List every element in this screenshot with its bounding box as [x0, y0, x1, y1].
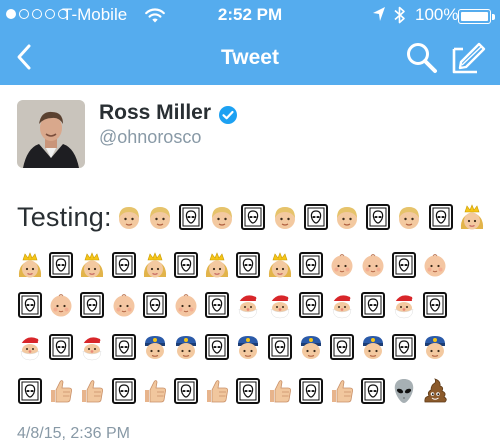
- alien-box-emoji: [422, 291, 448, 319]
- alien-box-emoji: [329, 333, 355, 361]
- alien-box-emoji: [235, 251, 261, 279]
- police-emoji: [173, 333, 199, 361]
- alien-box-emoji: [142, 291, 168, 319]
- user-handle[interactable]: @ohnorosco: [99, 127, 201, 148]
- baby-emoji: [329, 251, 355, 279]
- tweet-line-1: Testing:: [17, 200, 490, 234]
- user-name[interactable]: Ross Miller: [99, 101, 211, 125]
- tweet-line-5: [17, 374, 454, 408]
- baby-emoji: [422, 251, 448, 279]
- thumbs-up-emoji: [204, 377, 230, 405]
- boy-emoji: [272, 203, 298, 231]
- boy-emoji: [334, 203, 360, 231]
- alien-box-emoji: [17, 291, 43, 319]
- battery-tip: [492, 14, 495, 20]
- alien-box-emoji: [173, 377, 199, 405]
- alien-box-emoji: [79, 291, 105, 319]
- alien-box-emoji: [391, 251, 417, 279]
- tweet-line-3: [17, 288, 454, 322]
- alien-box-emoji: [235, 377, 261, 405]
- santa-emoji: [391, 291, 417, 319]
- alien-box-emoji: [267, 333, 293, 361]
- thumbs-up-emoji: [142, 377, 168, 405]
- boy-emoji: [116, 203, 142, 231]
- alien-box-emoji: [48, 333, 74, 361]
- baby-emoji: [48, 291, 74, 319]
- alien-box-emoji: [298, 291, 324, 319]
- princess-emoji: [204, 251, 230, 279]
- tweet-text: Testing:: [17, 201, 112, 232]
- battery-icon: [458, 9, 491, 24]
- princess-emoji: [17, 251, 43, 279]
- thumbs-up-emoji: [48, 377, 74, 405]
- boy-emoji: [396, 203, 422, 231]
- santa-emoji: [79, 333, 105, 361]
- tweet-timestamp: 4/8/15, 2:36 PM: [17, 425, 130, 442]
- alien-box-emoji: [48, 251, 74, 279]
- alien-box-emoji: [360, 291, 386, 319]
- alien-box-emoji: [17, 377, 43, 405]
- alien-emoji: [391, 377, 417, 405]
- alien-box-emoji: [111, 377, 137, 405]
- thumbs-up-emoji: [329, 377, 355, 405]
- princess-emoji: [459, 203, 485, 231]
- alien-box-emoji: [360, 377, 386, 405]
- alien-box-emoji: [428, 203, 454, 231]
- thumbs-up-emoji: [267, 377, 293, 405]
- santa-emoji: [329, 291, 355, 319]
- alien-box-emoji: [111, 333, 137, 361]
- poo-emoji: [422, 377, 448, 405]
- boy-emoji: [147, 203, 173, 231]
- compose-icon[interactable]: [451, 41, 487, 75]
- alien-box-emoji: [298, 377, 324, 405]
- top-bar: T-Mobile 2:52 PM 100% Tweet: [0, 0, 500, 85]
- police-emoji: [235, 333, 261, 361]
- police-emoji: [360, 333, 386, 361]
- status-bar: T-Mobile 2:52 PM 100%: [0, 0, 500, 30]
- alien-box-emoji: [204, 333, 230, 361]
- battery-percent: 100%: [415, 5, 459, 24]
- santa-emoji: [235, 291, 261, 319]
- baby-emoji: [111, 291, 137, 319]
- alien-box-emoji: [298, 251, 324, 279]
- baby-emoji: [173, 291, 199, 319]
- alien-box-emoji: [178, 203, 204, 231]
- alien-box-emoji: [391, 333, 417, 361]
- thumbs-up-emoji: [79, 377, 105, 405]
- search-icon[interactable]: [405, 41, 439, 75]
- tweet-line-4: [17, 330, 454, 364]
- avatar[interactable]: [17, 100, 85, 168]
- princess-emoji: [79, 251, 105, 279]
- alien-box-emoji: [303, 203, 329, 231]
- santa-emoji: [267, 291, 293, 319]
- alien-box-emoji: [365, 203, 391, 231]
- police-emoji: [298, 333, 324, 361]
- boy-emoji: [209, 203, 235, 231]
- princess-emoji: [267, 251, 293, 279]
- police-emoji: [142, 333, 168, 361]
- baby-emoji: [360, 251, 386, 279]
- alien-box-emoji: [111, 251, 137, 279]
- princess-emoji: [142, 251, 168, 279]
- bluetooth-icon: [394, 6, 405, 24]
- alien-box-emoji: [240, 203, 266, 231]
- nav-bar: Tweet: [0, 30, 500, 85]
- tweet-line-2: [17, 248, 454, 282]
- police-emoji: [422, 333, 448, 361]
- verified-badge-icon: [219, 106, 237, 124]
- santa-emoji: [17, 333, 43, 361]
- alien-box-emoji: [173, 251, 199, 279]
- location-arrow-icon: [373, 7, 385, 21]
- alien-box-emoji: [204, 291, 230, 319]
